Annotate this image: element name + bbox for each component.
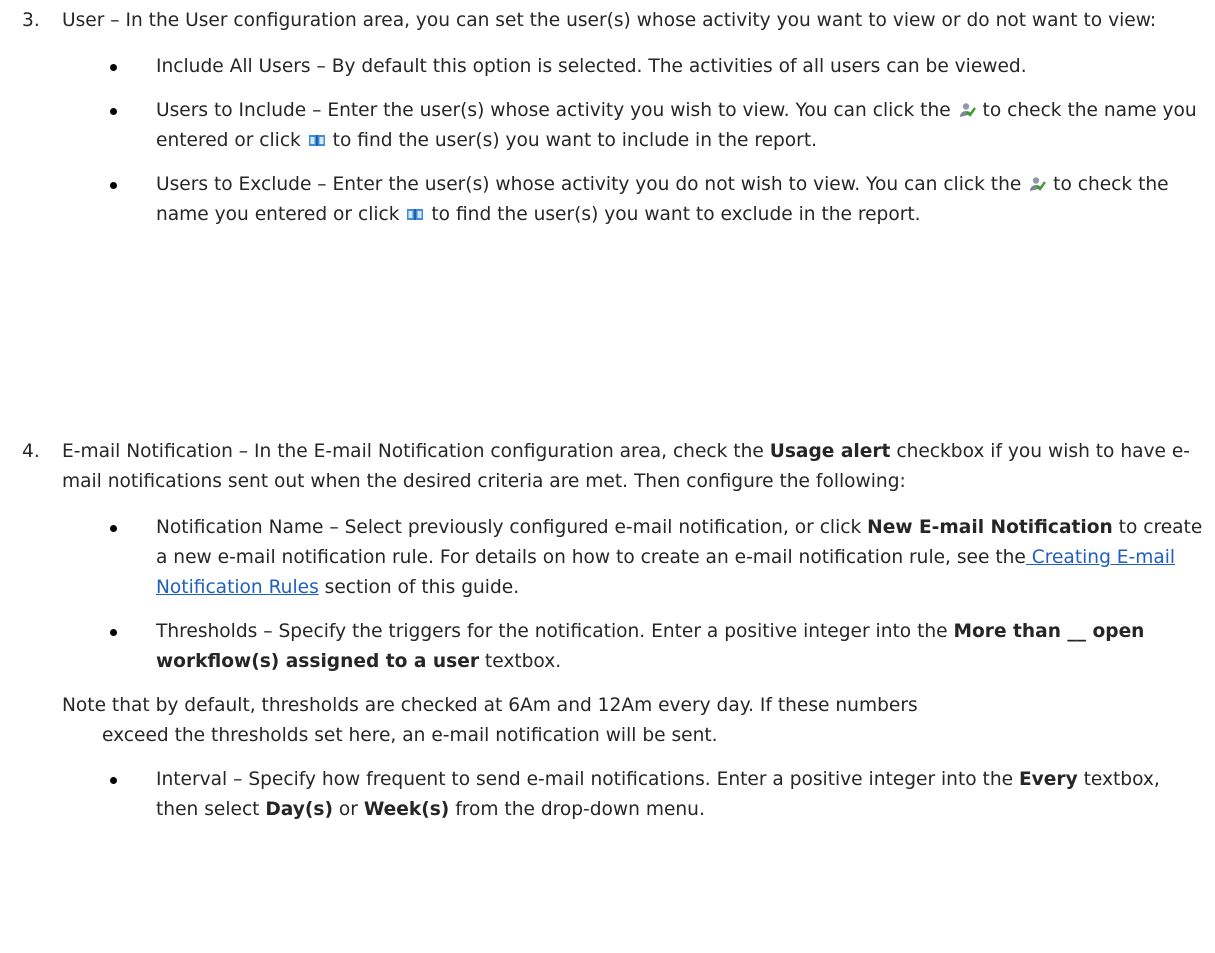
bullet-dot [110,64,117,71]
bullet-dot [110,182,117,189]
bullet-list: Notification Name – Select previously co… [22,513,1207,677]
address-book-icon [407,209,424,220]
bullet-text-c: section of this guide. [318,577,520,598]
bullet-text-a: Notification Name – Select previously co… [156,517,868,538]
bullet-notification-name: Notification Name – Select previously co… [22,513,1207,603]
note-line-2: exceed the thresholds set here, an e-mai… [102,725,718,746]
new-email-notification-label: New E-mail Notification [867,517,1113,538]
list-item-4: 4. E-mail Notification – In the E-mail N… [22,437,1207,839]
bullet-text-c: to find the user(s) you want to include … [332,130,818,151]
usage-alert-label: Usage alert [769,441,891,462]
bullet-users-to-include: Users to Include – Enter the user(s) who… [22,96,1207,156]
bullet-thresholds: Thresholds – Specify the triggers for th… [22,617,1207,677]
bullet-text-a: Users to Include – Enter the user(s) who… [156,100,951,121]
bullet-text-c: or [332,799,364,820]
note-line-1: Note that by default, thresholds are che… [62,695,918,716]
bullet-include-all-users: Include All Users – By default this opti… [22,52,1207,82]
list-number: 4. [22,441,40,462]
user-check-icon [1030,177,1047,191]
bullet-text-d: from the drop-down menu. [449,799,705,820]
days-label: Day(s) [265,799,333,820]
address-book-icon [308,135,325,146]
bullet-list: Include All Users – By default this opti… [22,52,1207,230]
bullet-interval: Interval – Specify how frequent to send … [22,765,1207,825]
list-number: 3. [22,10,40,31]
every-label: Every [1018,769,1078,790]
bullet-dot [110,525,117,532]
bullet-dot [110,629,117,636]
list-item-3: 3. User – In the User configuration area… [22,6,1207,244]
item-intro: User – In the User configuration area, y… [62,10,1157,31]
bullet-text: Include All Users – By default this opti… [156,56,1027,77]
bullet-users-to-exclude: Users to Exclude – Enter the user(s) who… [22,170,1207,230]
item-intro: E-mail Notification – In the E-mail Noti… [62,437,1207,497]
bullet-text-b: textbox. [479,651,562,672]
bullet-list: Interval – Specify how frequent to send … [22,765,1207,825]
intro-text-a: E-mail Notification – In the E-mail Noti… [62,441,770,462]
note-paragraph: Note that by default, thresholds are che… [62,691,1207,751]
bullet-text-a: Interval – Specify how frequent to send … [156,769,1019,790]
weeks-label: Week(s) [363,799,450,820]
bullet-dot [110,108,117,115]
bullet-text-c: to find the user(s) you want to exclude … [431,204,921,225]
bullet-text-a: Users to Exclude – Enter the user(s) who… [156,174,1022,195]
user-check-icon [959,103,976,117]
bullet-dot [110,777,117,784]
bullet-text-a: Thresholds – Specify the triggers for th… [156,621,954,642]
